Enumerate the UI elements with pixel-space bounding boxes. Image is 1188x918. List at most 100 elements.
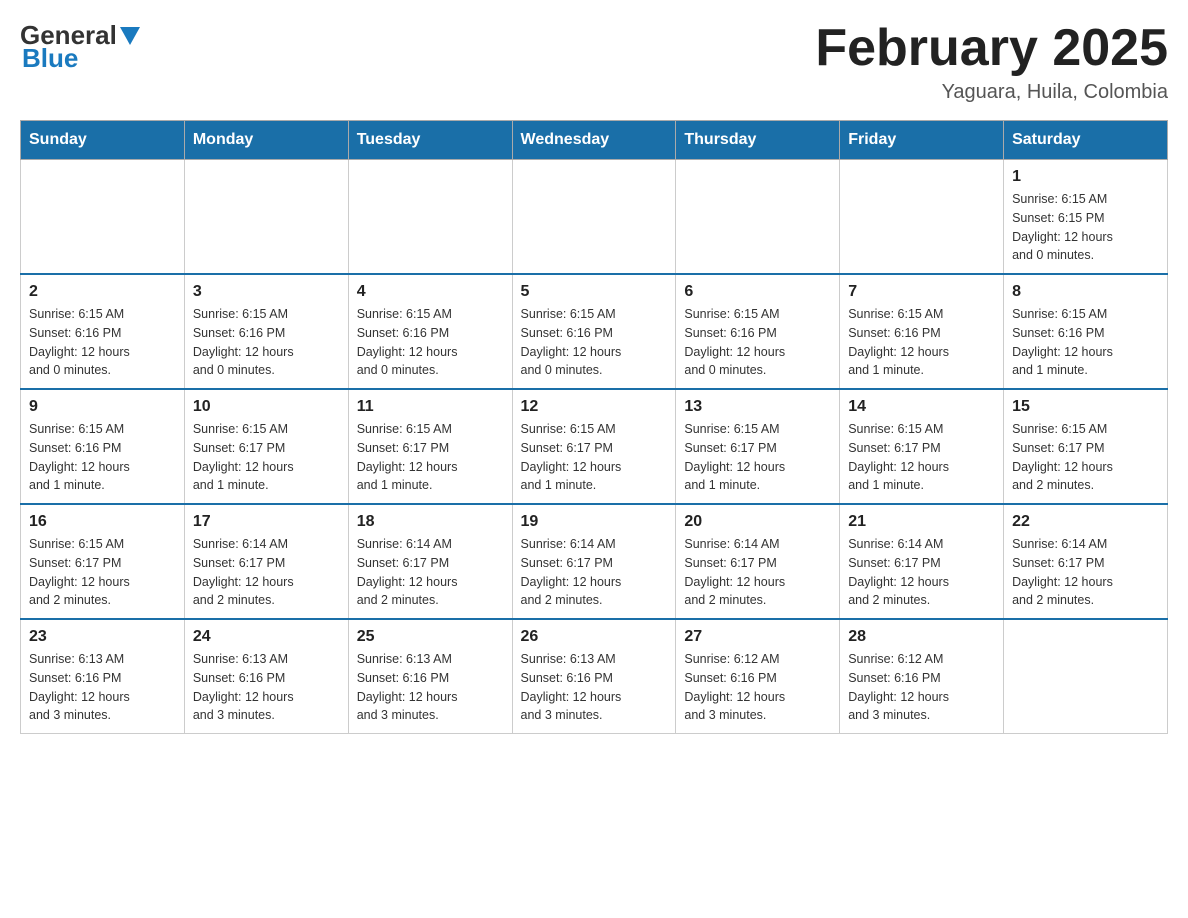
day-number: 1	[1012, 168, 1159, 186]
weekday-header-thursday: Thursday	[676, 121, 840, 160]
day-info: Sunrise: 6:14 AMSunset: 6:17 PMDaylight:…	[357, 535, 504, 610]
day-number: 8	[1012, 283, 1159, 301]
day-info: Sunrise: 6:15 AMSunset: 6:17 PMDaylight:…	[29, 535, 176, 610]
day-number: 20	[684, 513, 831, 531]
day-number: 25	[357, 628, 504, 646]
calendar-day-cell: 4Sunrise: 6:15 AMSunset: 6:16 PMDaylight…	[348, 274, 512, 389]
day-number: 4	[357, 283, 504, 301]
location-subtitle: Yaguara, Huila, Colombia	[815, 81, 1168, 104]
day-number: 12	[521, 398, 668, 416]
logo-blue-text: Blue	[22, 43, 78, 73]
calendar-day-cell: 3 Sunrise: 6:15 AMSunset: 6:16 PMDaylight…	[184, 274, 348, 389]
day-number: 23	[29, 628, 176, 646]
calendar-day-cell	[676, 160, 840, 275]
calendar-day-cell: 26 Sunrise: 6:13 AMSunset: 6:16 PMDayligh…	[512, 619, 676, 734]
day-number: 16	[29, 513, 176, 531]
day-info: Sunrise: 6:14 AMSunset: 6:17 PMDaylight:…	[193, 535, 340, 610]
day-number: 17	[193, 513, 340, 531]
day-number: 13	[684, 398, 831, 416]
calendar-day-cell: 5 Sunrise: 6:15 AMSunset: 6:16 PMDaylight…	[512, 274, 676, 389]
calendar-day-cell	[840, 160, 1004, 275]
calendar-week-row: 23 Sunrise: 6:13 AMSunset: 6:16 PMDayligh…	[21, 619, 1168, 734]
day-info: Sunrise: 6:15 AMSunset: 6:16 PMDaylight:…	[848, 305, 995, 380]
day-number: 6	[684, 283, 831, 301]
calendar-day-cell	[1004, 619, 1168, 734]
calendar-day-cell: 11 Sunrise: 6:15 AMSunset: 6:17 PMDayligh…	[348, 389, 512, 504]
calendar-day-cell	[348, 160, 512, 275]
weekday-header-wednesday: Wednesday	[512, 121, 676, 160]
calendar-day-cell: 23 Sunrise: 6:13 AMSunset: 6:16 PMDayligh…	[21, 619, 185, 734]
day-number: 10	[193, 398, 340, 416]
day-number: 7	[848, 283, 995, 301]
title-area: February 2025 Yaguara, Huila, Colombia	[815, 20, 1168, 104]
day-number: 27	[684, 628, 831, 646]
day-number: 19	[521, 513, 668, 531]
day-info: Sunrise: 6:13 AMSunset: 6:16 PMDaylight:…	[521, 650, 668, 725]
day-number: 24	[193, 628, 340, 646]
day-info: Sunrise: 6:15 AMSunset: 6:17 PMDaylight:…	[357, 420, 504, 495]
calendar-day-cell	[512, 160, 676, 275]
day-info: Sunrise: 6:13 AMSunset: 6:16 PMDaylight:…	[193, 650, 340, 725]
day-number: 15	[1012, 398, 1159, 416]
calendar-day-cell: 1 Sunrise: 6:15 AMSunset: 6:15 PMDaylight…	[1004, 160, 1168, 275]
day-info: Sunrise: 6:15 AMSunset: 6:16 PMDaylight:…	[29, 305, 176, 380]
weekday-header-sunday: Sunday	[21, 121, 185, 160]
day-number: 3	[193, 283, 340, 301]
calendar-day-cell: 27 Sunrise: 6:12 AMSunset: 6:16 PMDayligh…	[676, 619, 840, 734]
calendar-day-cell	[184, 160, 348, 275]
calendar-day-cell	[21, 160, 185, 275]
day-info: Sunrise: 6:15 AMSunset: 6:17 PMDaylight:…	[1012, 420, 1159, 495]
weekday-header-friday: Friday	[840, 121, 1004, 160]
day-number: 11	[357, 398, 504, 416]
day-number: 21	[848, 513, 995, 531]
day-number: 5	[521, 283, 668, 301]
day-info: Sunrise: 6:15 AMSunset: 6:17 PMDaylight:…	[193, 420, 340, 495]
day-info: Sunrise: 6:12 AMSunset: 6:16 PMDaylight:…	[684, 650, 831, 725]
day-info: Sunrise: 6:13 AMSunset: 6:16 PMDaylight:…	[357, 650, 504, 725]
calendar-day-cell: 10 Sunrise: 6:15 AMSunset: 6:17 PMDayligh…	[184, 389, 348, 504]
calendar-day-cell: 6 Sunrise: 6:15 AMSunset: 6:16 PMDaylight…	[676, 274, 840, 389]
day-info: Sunrise: 6:14 AMSunset: 6:17 PMDaylight:…	[684, 535, 831, 610]
day-number: 26	[521, 628, 668, 646]
weekday-header-tuesday: Tuesday	[348, 121, 512, 160]
calendar-day-cell: 8 Sunrise: 6:15 AMSunset: 6:16 PMDaylight…	[1004, 274, 1168, 389]
day-number: 22	[1012, 513, 1159, 531]
calendar-week-row: 9 Sunrise: 6:15 AMSunset: 6:16 PMDaylight…	[21, 389, 1168, 504]
day-info: Sunrise: 6:15 AMSunset: 6:16 PMDaylight:…	[521, 305, 668, 380]
calendar-day-cell: 14 Sunrise: 6:15 AMSunset: 6:17 PMDayligh…	[840, 389, 1004, 504]
page-header: General Blue February 2025 Yaguara, Huil…	[20, 20, 1168, 104]
day-info: Sunrise: 6:15 AMSunset: 6:16 PMDaylight:…	[1012, 305, 1159, 380]
weekday-header-monday: Monday	[184, 121, 348, 160]
calendar-week-row: 2 Sunrise: 6:15 AMSunset: 6:16 PMDaylight…	[21, 274, 1168, 389]
calendar-day-cell: 17 Sunrise: 6:14 AMSunset: 6:17 PMDayligh…	[184, 504, 348, 619]
calendar-day-cell: 28Sunrise: 6:12 AMSunset: 6:16 PMDayligh…	[840, 619, 1004, 734]
calendar-day-cell: 15 Sunrise: 6:15 AMSunset: 6:17 PMDayligh…	[1004, 389, 1168, 504]
logo: General Blue	[20, 20, 143, 74]
day-number: 28	[848, 628, 995, 646]
day-info: Sunrise: 6:15 AMSunset: 6:16 PMDaylight:…	[29, 420, 176, 495]
day-number: 14	[848, 398, 995, 416]
calendar-day-cell: 19Sunrise: 6:14 AMSunset: 6:17 PMDayligh…	[512, 504, 676, 619]
calendar-day-cell: 25 Sunrise: 6:13 AMSunset: 6:16 PMDayligh…	[348, 619, 512, 734]
calendar-day-cell: 2 Sunrise: 6:15 AMSunset: 6:16 PMDaylight…	[21, 274, 185, 389]
calendar-day-cell: 24 Sunrise: 6:13 AMSunset: 6:16 PMDayligh…	[184, 619, 348, 734]
calendar-week-row: 1 Sunrise: 6:15 AMSunset: 6:15 PMDaylight…	[21, 160, 1168, 275]
weekday-header-saturday: Saturday	[1004, 121, 1168, 160]
weekday-header-row: SundayMondayTuesdayWednesdayThursdayFrid…	[21, 121, 1168, 160]
calendar-day-cell: 12Sunrise: 6:15 AMSunset: 6:17 PMDayligh…	[512, 389, 676, 504]
day-info: Sunrise: 6:15 AMSunset: 6:17 PMDaylight:…	[848, 420, 995, 495]
month-title: February 2025	[815, 20, 1168, 77]
logo-triangle-icon	[120, 27, 140, 45]
day-info: Sunrise: 6:15 AMSunset: 6:16 PMDaylight:…	[684, 305, 831, 380]
day-info: Sunrise: 6:13 AMSunset: 6:16 PMDaylight:…	[29, 650, 176, 725]
day-number: 2	[29, 283, 176, 301]
day-info: Sunrise: 6:15 AMSunset: 6:17 PMDaylight:…	[684, 420, 831, 495]
day-info: Sunrise: 6:15 AMSunset: 6:15 PMDaylight:…	[1012, 190, 1159, 265]
day-info: Sunrise: 6:15 AMSunset: 6:16 PMDaylight:…	[193, 305, 340, 380]
calendar-week-row: 16 Sunrise: 6:15 AMSunset: 6:17 PMDayligh…	[21, 504, 1168, 619]
calendar-day-cell: 21Sunrise: 6:14 AMSunset: 6:17 PMDayligh…	[840, 504, 1004, 619]
day-number: 9	[29, 398, 176, 416]
day-number: 18	[357, 513, 504, 531]
calendar-day-cell: 18 Sunrise: 6:14 AMSunset: 6:17 PMDayligh…	[348, 504, 512, 619]
calendar-day-cell: 9 Sunrise: 6:15 AMSunset: 6:16 PMDaylight…	[21, 389, 185, 504]
